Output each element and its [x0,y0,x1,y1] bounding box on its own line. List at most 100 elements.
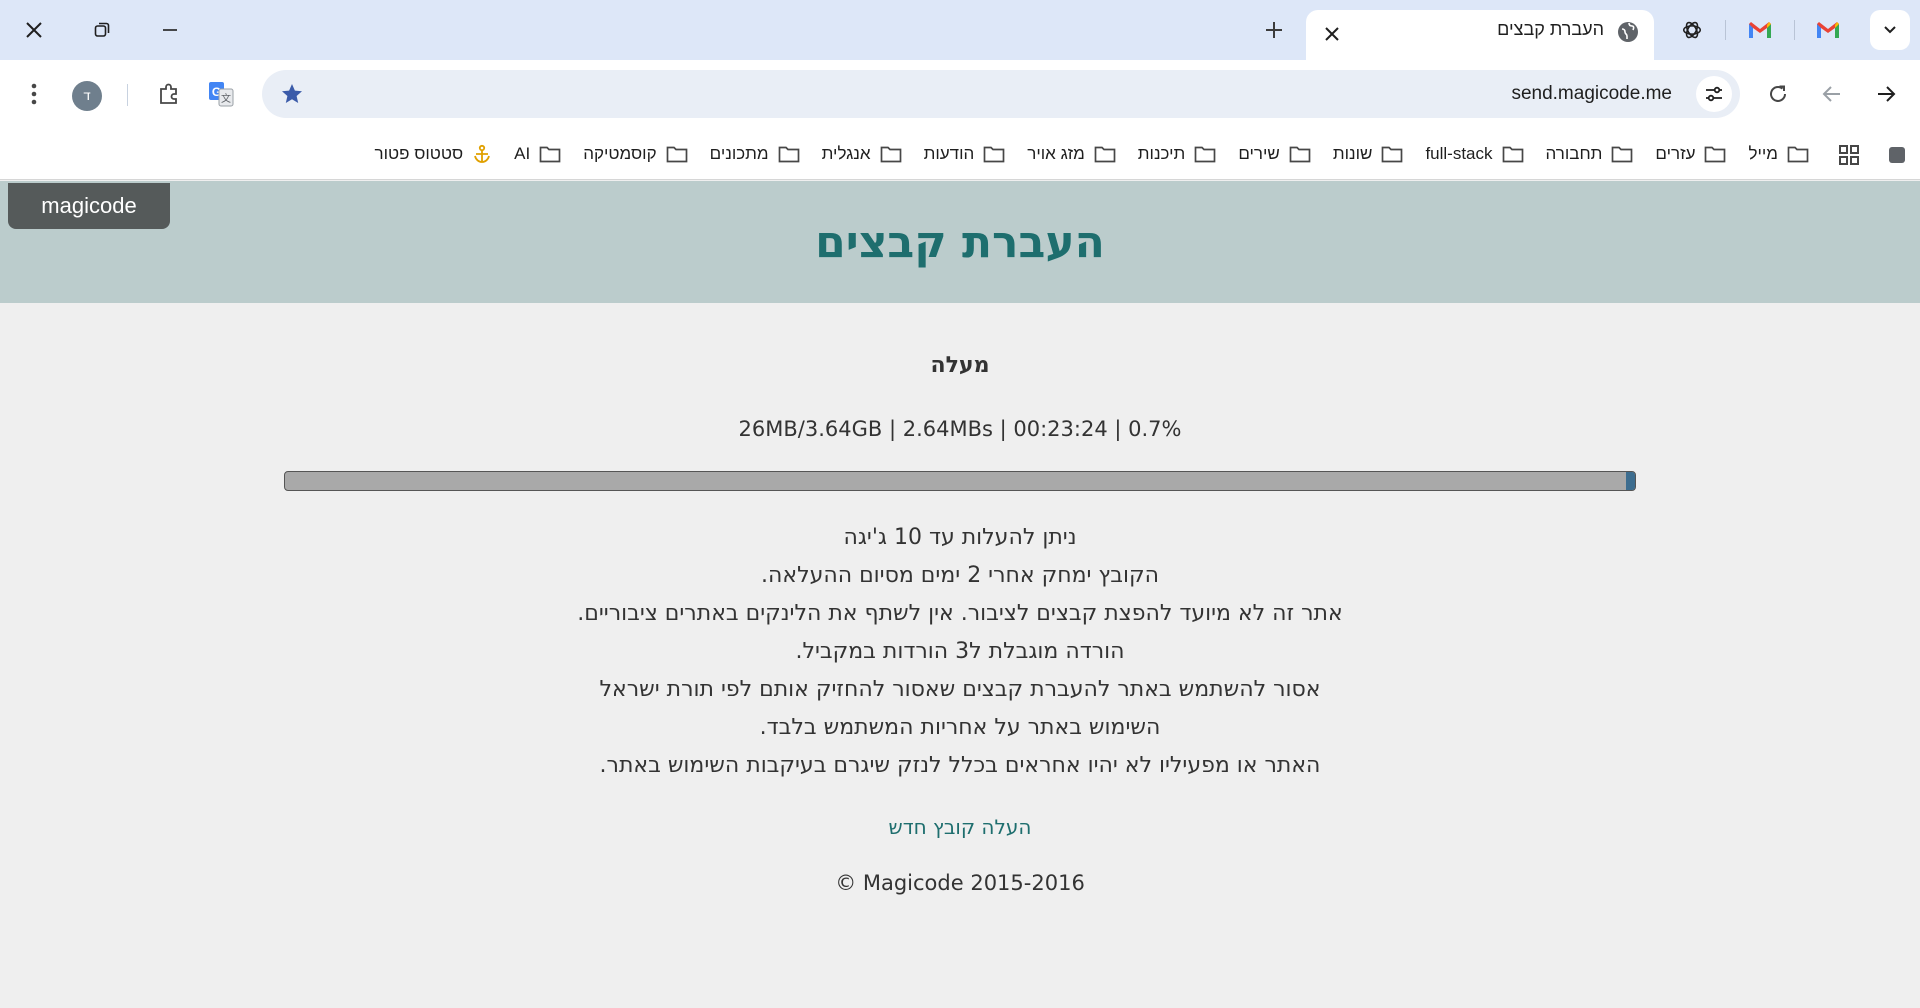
bookmark-label: הודעות [923,144,975,163]
upload-progress-bar [284,471,1636,491]
bookmark-label: קוסמטיקה [583,144,657,163]
note-line: הורדה מוגבלת ל3 הורדות במקביל. [795,639,1125,664]
bookmark-label: full-stack [1425,144,1493,163]
browser-toolbar: G文 send.magicode.me [0,60,1920,128]
bookmark-item[interactable]: full-stack [1414,136,1534,172]
bookmark-label: מייל [1748,144,1778,163]
anchor-icon [474,144,491,163]
page-title: העברת קבצים [815,217,1105,268]
bookmark-item[interactable]: מזג אויר [1016,136,1127,172]
note-line: הקובץ ימחק אחרי 2 ימים מסיום ההעלאה. [761,563,1159,588]
bookmark-item[interactable]: מייל [1737,136,1820,172]
bookmark-item[interactable]: קוסמטיקה [572,136,698,172]
restore-icon [94,22,110,37]
apps-button[interactable] [1834,140,1864,170]
browser-menu-button[interactable] [14,74,54,114]
minimize-icon [163,29,177,31]
address-bar[interactable]: send.magicode.me [262,70,1740,118]
window-minimize-button[interactable] [146,10,194,50]
extensions-button[interactable] [149,74,189,114]
upload-new-file-link[interactable]: העלה קובץ חדש [0,815,1920,839]
terms-notes: ניתן להעלות עד 10 ג'יגה הקובץ ימחק אחרי … [0,519,1920,785]
bookmark-label: שונות [1332,144,1373,163]
translate-icon: G文 [209,82,234,107]
bookmark-label: עזרים [1655,144,1696,163]
folder-icon [1705,146,1726,163]
folder-icon [778,146,799,163]
folder-icon [880,146,901,163]
folder-icon [1787,146,1809,163]
bookmark-item[interactable]: שירים [1227,136,1322,172]
folder-icon [983,146,1005,163]
note-line: ניתן להעלות עד 10 ג'יגה [843,525,1077,550]
star-icon [282,84,302,103]
arrow-left-icon [1822,86,1840,102]
profile-avatar-button[interactable]: ד [72,81,102,111]
bookmark-star-button[interactable] [278,80,306,108]
bookmark-item[interactable]: סטטוס פטור [364,136,504,172]
upload-status: מעלה [930,353,990,378]
arrow-right-icon [1878,86,1896,102]
pinned-tab-chatgpt[interactable] [1674,14,1710,46]
bookmark-item[interactable]: עזרים [1644,136,1737,172]
bookmark-label: סטטוס פטור [374,144,464,163]
bookmark-label: AI [514,144,531,163]
folder-icon [1382,146,1403,163]
bookmark-shortcut-button[interactable] [1882,140,1912,170]
bookmark-list: מייל עזרים תחבורה full-stack שונות שירים תיכנו… [364,128,1820,180]
forward-button[interactable] [1866,74,1906,114]
site-header: העברת קבצים [0,181,1920,303]
bookmark-item[interactable]: אנגלית [811,136,913,172]
folder-icon [1612,146,1633,163]
back-button[interactable] [1812,74,1852,114]
page-content: העברת קבצים magicode מעלה 26MB/3.64GB | … [0,181,1920,1008]
grid-icon [1839,145,1859,165]
brand-tab[interactable]: magicode [8,183,170,229]
folder-icon [539,146,561,163]
bookmark-label: מזג אויר [1027,144,1085,163]
bookmark-item[interactable]: שונות [1322,136,1415,172]
note-line: אסור להשתמש באתר להעברת קבצים שאסור להחז… [599,677,1321,702]
bookmark-item[interactable]: תיכנות [1127,136,1228,172]
close-icon [26,22,42,38]
tab-title: העברת קבצים [1497,19,1604,39]
active-tab[interactable]: העברת קבצים [1306,10,1654,60]
chevron-down-icon [1884,26,1896,34]
bookmark-item[interactable]: תחבורה [1535,136,1645,172]
copyright: © Magicode 2015-2016 [835,871,1085,895]
reload-button[interactable] [1758,74,1798,114]
openai-icon [1682,21,1702,39]
square-icon [1889,147,1905,163]
close-icon [1325,27,1339,41]
globe-icon [1618,22,1638,42]
bookmark-label: תיכנות [1137,144,1186,163]
new-tab-button[interactable] [1254,12,1294,48]
folder-icon [1289,146,1311,163]
puzzle-icon [160,83,177,104]
translate-extension-button[interactable]: G文 [201,74,241,114]
tab-strip: העברת קבצים [0,0,1920,60]
upload-progress-fill [1625,472,1635,490]
url-text[interactable]: send.magicode.me [1511,83,1672,105]
site-info-button[interactable] [1696,76,1732,112]
pinned-tab-gmail-1[interactable] [1742,14,1778,46]
window-close-button[interactable] [10,10,58,50]
bookmark-label: מתכונים [709,144,769,163]
tab-close-button[interactable] [1318,20,1346,48]
note-line: האתר או מפעיליו לא יהיו אחראים בכלל לנזק… [599,753,1321,778]
window-restore-button[interactable] [78,10,126,50]
bookmark-item[interactable]: מתכונים [699,136,811,172]
note-line: אתר זה לא מיועד להפצת קבצים לציבור. אין … [577,601,1343,626]
bookmark-item[interactable]: AI [503,136,572,172]
svg-text:文: 文 [221,92,231,105]
gmail-icon [1817,22,1839,38]
tab-search-button[interactable] [1870,10,1910,50]
bookmark-item[interactable]: הודעות [913,136,1017,172]
note-line: השימוש באתר על אחריות המשתמש בלבד. [759,715,1161,740]
bookmark-label: שירים [1238,144,1280,163]
more-vert-icon [31,83,37,105]
toolbar-divider [127,84,128,106]
folder-icon [1194,146,1216,163]
pinned-tab-gmail-2[interactable] [1810,14,1846,46]
gmail-icon [1749,22,1771,38]
